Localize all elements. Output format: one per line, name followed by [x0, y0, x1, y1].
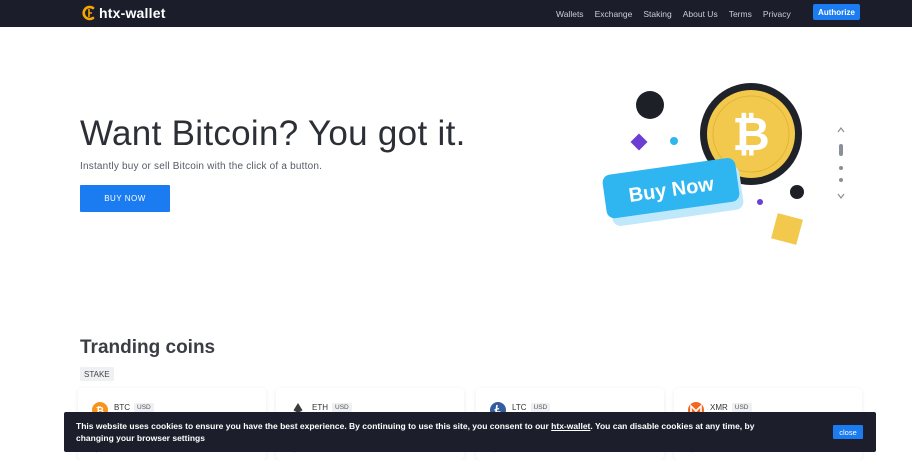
brand-name: htx-wallet — [99, 5, 166, 21]
coin-symbol: ETH — [312, 402, 328, 412]
coin-currency: USD — [134, 402, 154, 412]
top-navbar: htx-wallet Wallets Exchange Staking Abou… — [0, 0, 912, 27]
nav-link-staking[interactable]: Staking — [643, 9, 671, 19]
nav-link-exchange[interactable]: Exchange — [595, 9, 633, 19]
cookie-message: This website uses cookies to ensure you … — [76, 420, 756, 444]
trending-coins-title: Tranding coins — [80, 337, 216, 358]
coin-symbol: BTC — [114, 402, 130, 412]
decor-cyan-dot — [670, 137, 678, 145]
nav-link-privacy[interactable]: Privacy — [763, 9, 791, 19]
coin-currency: USD — [332, 402, 352, 412]
coin-currency: USD — [530, 402, 551, 412]
nav-link-about-us[interactable]: About Us — [683, 9, 718, 19]
cookie-consent-banner: This website uses cookies to ensure you … — [64, 412, 876, 452]
authorize-button[interactable]: Authorize — [813, 4, 860, 20]
slider-dot-1[interactable] — [839, 144, 843, 156]
coin-currency: USD — [731, 402, 752, 412]
slider-navigation — [834, 124, 848, 204]
decor-dark-dot — [790, 185, 804, 199]
nav-link-terms[interactable]: Terms — [729, 9, 752, 19]
slider-dot-3[interactable] — [839, 178, 843, 182]
nav-link-wallets[interactable]: Wallets — [556, 9, 584, 19]
hero-subtitle: Instantly buy or sell Bitcoin with the c… — [80, 161, 323, 172]
decor-purple-diamond — [630, 133, 648, 151]
buy-now-button[interactable]: BUY NOW — [80, 185, 170, 212]
cookie-close-button[interactable]: close — [833, 425, 863, 439]
cookie-policy-link[interactable]: htx-wallet — [551, 421, 590, 431]
coin-symbol: XMR — [710, 402, 728, 412]
decor-yellow-square — [771, 213, 803, 245]
coin-symbol: LTC — [512, 402, 527, 412]
stake-filter-tag[interactable]: STAKE — [80, 367, 114, 381]
slider-dot-2[interactable] — [839, 166, 843, 170]
svg-text:₿: ₿ — [732, 107, 770, 161]
cookie-text-before: This website uses cookies to ensure you … — [76, 421, 552, 431]
hero-title: Want Bitcoin? You got it. — [80, 114, 466, 153]
brand-logo[interactable]: htx-wallet — [82, 4, 166, 22]
decor-purple-dot — [757, 199, 763, 205]
htx-logo-icon — [82, 5, 95, 21]
hero-illustration: ₿ Buy Now — [602, 83, 804, 245]
decor-dark-circle — [636, 91, 664, 119]
nav-links: Wallets Exchange Staking About Us Terms … — [556, 0, 802, 27]
chevron-down-icon[interactable] — [837, 192, 845, 200]
chevron-up-icon[interactable] — [837, 126, 845, 134]
